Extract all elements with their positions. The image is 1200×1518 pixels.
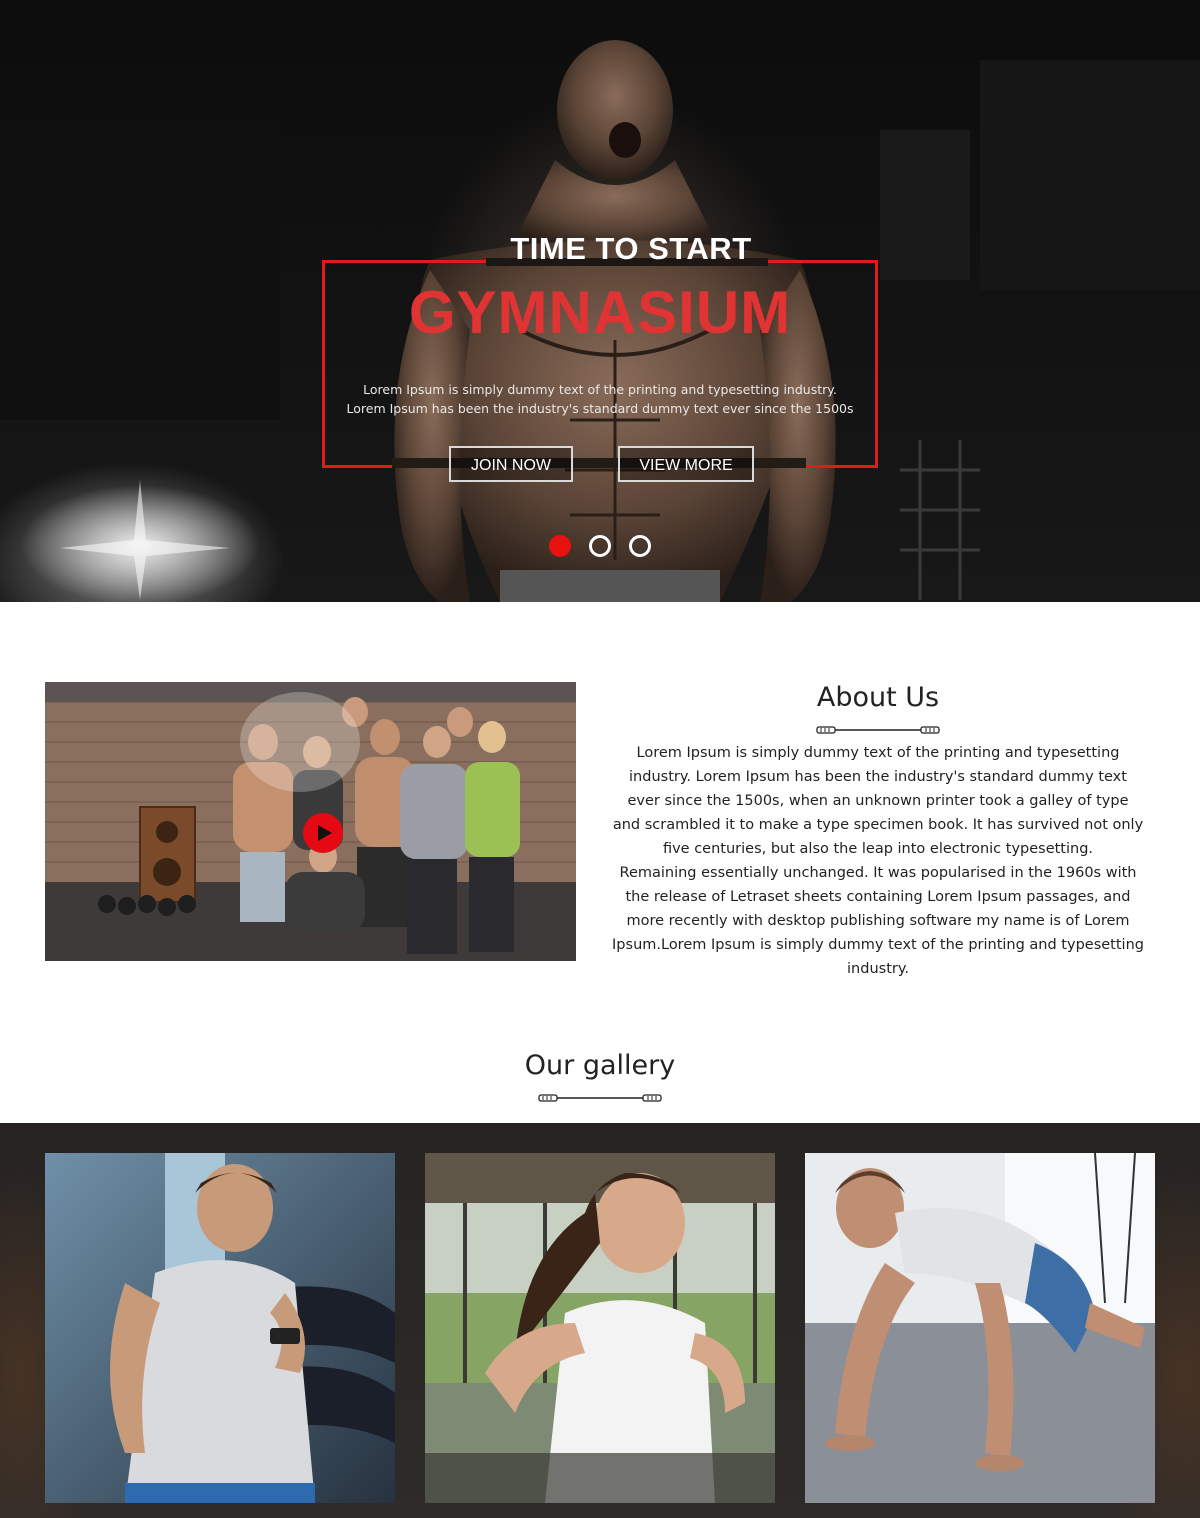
gallery-image-2	[425, 1153, 775, 1503]
hero-description: Lorem Ipsum is simply dummy text of the …	[346, 382, 854, 416]
hero-kicker: TIME TO START	[510, 231, 752, 266]
about-title: About Us	[816, 682, 940, 713]
slider-dot-2[interactable]	[589, 535, 611, 557]
slider-dot-1[interactable]	[549, 535, 571, 557]
slider-dot-3[interactable]	[629, 535, 651, 557]
about-paragraph-1: Lorem Ipsum is simply dummy text of the …	[612, 745, 1144, 857]
view-more-button[interactable]: VIEW MORE	[618, 446, 754, 482]
play-icon[interactable]	[302, 812, 344, 854]
about-text: Lorem Ipsum is simply dummy text of the …	[612, 741, 1144, 981]
about-paragraph-2: Remaining essentially unchanged. It was …	[612, 865, 1144, 977]
gallery-section	[0, 1123, 1200, 1518]
hero-title: GYMNASIUM	[408, 279, 792, 346]
jump-rope-icon	[816, 726, 940, 734]
gallery-item-3[interactable]	[805, 1153, 1155, 1503]
gallery-image-3	[805, 1153, 1155, 1503]
about-video-thumbnail[interactable]	[45, 682, 576, 961]
gallery-item-1[interactable]	[45, 1153, 395, 1503]
slider-dots	[549, 535, 659, 557]
hero-banner: TIME TO START GYMNASIUM Lorem Ipsum is s…	[0, 0, 1200, 602]
gallery-item-2[interactable]	[425, 1153, 775, 1503]
jump-rope-icon	[538, 1094, 662, 1102]
gallery-image-1	[45, 1153, 395, 1503]
gallery-title: Our gallery	[524, 1050, 676, 1081]
join-now-button[interactable]: JOIN NOW	[449, 446, 573, 482]
